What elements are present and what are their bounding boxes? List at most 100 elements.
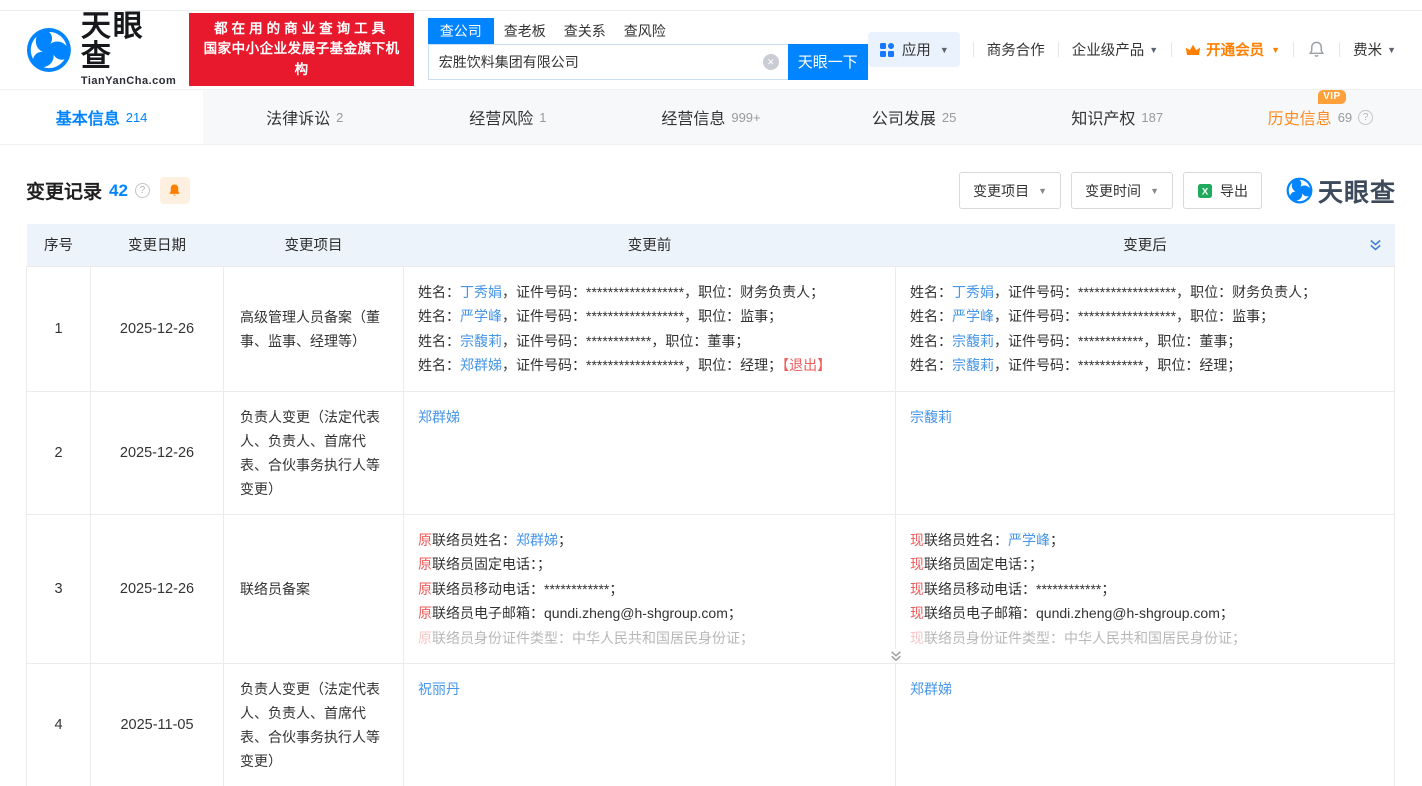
red-text: 【退出】 — [782, 357, 831, 373]
notification-bell-icon[interactable] — [1307, 40, 1326, 59]
search-tab-查老板[interactable]: 查老板 — [504, 18, 546, 44]
detail-text: 联络员移动电话：************； — [924, 581, 1115, 597]
filter-change-item-button[interactable]: 变更项目 ▼ — [959, 172, 1061, 209]
section-header: 变更记录 42 ? 变更项目 ▼ 变更时间 ▼ X 导出 — [26, 172, 1396, 209]
chevron-down-icon: ▼ — [1271, 45, 1280, 55]
divider — [1171, 42, 1172, 57]
tianyancha-logo[interactable]: 天眼查 TianYanCha.com — [26, 12, 176, 87]
watermark-text: 天眼查 — [1318, 173, 1396, 209]
tab-经营风险[interactable]: 经营风险1 — [406, 90, 609, 144]
tab-label: 公司发展 — [872, 111, 936, 128]
tab-知识产权[interactable]: 知识产权187 — [1016, 90, 1219, 144]
nav-cooperation[interactable]: 商务合作 — [987, 39, 1045, 60]
search-input-box: ✕ — [428, 44, 788, 80]
person-link[interactable]: 严学峰 — [460, 308, 502, 324]
collapse-all-icon[interactable] — [1368, 237, 1383, 252]
tab-count: 214 — [126, 110, 148, 125]
detail-line: 姓名：郑群娣，证件号码：******************，职位：经理；【退出… — [418, 353, 881, 378]
red-text: 现 — [910, 532, 924, 548]
detail-text: 姓名： — [418, 357, 460, 373]
row-number: 2 — [27, 391, 91, 514]
person-link[interactable]: 祝丽丹 — [418, 681, 460, 697]
help-icon[interactable]: ? — [1358, 110, 1373, 125]
search-input[interactable] — [429, 54, 788, 70]
detail-text: ，证件号码：******************，职位：监事； — [994, 308, 1274, 324]
tab-历史信息[interactable]: 历史信息VIP69? — [1219, 90, 1422, 144]
person-link[interactable]: 郑群娣 — [910, 681, 952, 697]
change-detail-cell: 原联络员姓名：郑群娣；原联络员固定电话：；原联络员移动电话：**********… — [404, 514, 896, 664]
company-section-tabs: 基本信息214法律诉讼2经营风险1经营信息999+公司发展25知识产权187历史… — [0, 90, 1422, 145]
detail-text: 联络员电子邮箱：qundi.zheng@h-shgroup.com； — [924, 605, 1234, 621]
detail-line: 姓名：宗馥莉，证件号码：************，职位：经理； — [910, 353, 1380, 378]
export-button[interactable]: X 导出 — [1183, 172, 1262, 209]
detail-text: ，证件号码：******************，职位：财务负责人； — [994, 284, 1316, 300]
clear-icon[interactable]: ✕ — [763, 54, 779, 70]
person-link[interactable]: 宗馥莉 — [952, 333, 994, 349]
detail-text: ，证件号码：************，职位：经理； — [994, 357, 1241, 373]
detail-line: 姓名：宗馥莉，证件号码：************，职位：董事； — [418, 329, 881, 354]
chevron-down-icon: ▼ — [1038, 186, 1047, 196]
apps-menu[interactable]: 应用 ▼ — [868, 32, 960, 67]
topbar: 天眼查 TianYanCha.com 都在用的商业查询工具 国家中小企业发展子基… — [0, 0, 1422, 90]
search-tab-查公司[interactable]: 查公司 — [428, 18, 494, 44]
row-number: 1 — [27, 266, 91, 391]
person-link[interactable]: 郑群娣 — [460, 357, 502, 373]
detail-text: 姓名： — [418, 333, 460, 349]
filter-change-item-label: 变更项目 — [973, 181, 1029, 201]
tab-count: 25 — [942, 110, 956, 125]
tab-count: 187 — [1141, 110, 1163, 125]
person-link[interactable]: 郑群娣 — [516, 532, 558, 548]
detail-line: 原联络员移动电话：************； — [418, 577, 881, 602]
tianyancha-watermark: 天眼查 — [1286, 173, 1396, 209]
help-icon[interactable]: ? — [135, 183, 150, 198]
red-text: 现 — [910, 605, 924, 621]
detail-text: 姓名： — [910, 308, 952, 324]
detail-line: 姓名：丁秀娟，证件号码：******************，职位：财务负责人； — [910, 280, 1380, 305]
detail-text: ； — [558, 532, 572, 548]
red-text: 现 — [910, 556, 924, 572]
red-text: 现 — [910, 581, 924, 597]
detail-text: 联络员电子邮箱：qundi.zheng@h-shgroup.com； — [432, 605, 742, 621]
detail-line: 原联络员固定电话：； — [418, 552, 881, 577]
person-link[interactable]: 丁秀娟 — [952, 284, 994, 300]
subscribe-bell-button[interactable] — [160, 177, 190, 204]
tab-count: 69 — [1338, 110, 1352, 125]
tab-基本信息[interactable]: 基本信息 214 — [0, 90, 203, 144]
detail-text: ，证件号码：******************，职位：经理； — [502, 357, 782, 373]
red-text: 原 — [418, 556, 432, 572]
change-item: 负责人变更（法定代表人、负责人、首席代表、合伙事务执行人等变更） — [224, 391, 404, 514]
detail-line: 姓名：丁秀娟，证件号码：******************，职位：财务负责人； — [418, 280, 881, 305]
detail-text: 姓名： — [418, 284, 460, 300]
search-tab-查风险[interactable]: 查风险 — [624, 18, 666, 44]
tab-法律诉讼[interactable]: 法律诉讼2 — [203, 90, 406, 144]
apps-menu-label: 应用 — [902, 39, 931, 60]
tab-label: 基本信息 — [56, 111, 120, 128]
person-link[interactable]: 宗馥莉 — [460, 333, 502, 349]
tab-label: 法律诉讼 — [266, 111, 330, 128]
detail-line: 宗馥莉 — [910, 405, 1380, 430]
detail-line: 现联络员移动电话：************； — [910, 577, 1380, 602]
person-link[interactable]: 严学峰 — [952, 308, 994, 324]
filter-change-time-button[interactable]: 变更时间 ▼ — [1071, 172, 1173, 209]
nav-open-vip[interactable]: 开通会员 ▼ — [1185, 39, 1280, 60]
search-tab-查关系[interactable]: 查关系 — [564, 18, 606, 44]
nav-user-menu[interactable]: 费米 ▼ — [1353, 39, 1396, 60]
person-link[interactable]: 郑群娣 — [418, 409, 460, 425]
red-text: 原 — [418, 581, 432, 597]
person-link[interactable]: 丁秀娟 — [460, 284, 502, 300]
tab-count: 999+ — [731, 110, 760, 125]
nav-enterprise[interactable]: 企业级产品 ▼ — [1072, 39, 1158, 60]
change-item: 负责人变更（法定代表人、负责人、首席代表、合伙事务执行人等变更） — [224, 664, 404, 786]
tab-label: 历史信息 — [1268, 111, 1332, 128]
person-link[interactable]: 宗馥莉 — [952, 357, 994, 373]
row-number: 4 — [27, 664, 91, 786]
divider — [1058, 42, 1059, 57]
person-link[interactable]: 宗馥莉 — [910, 409, 952, 425]
person-link[interactable]: 严学峰 — [1008, 532, 1050, 548]
detail-text: ，证件号码：******************，职位：财务负责人； — [502, 284, 824, 300]
promo-badge: 都在用的商业查询工具 国家中小企业发展子基金旗下机构 — [189, 13, 413, 86]
row-number: 3 — [27, 514, 91, 664]
tab-公司发展[interactable]: 公司发展 25 — [813, 90, 1016, 144]
search-button[interactable]: 天眼一下 — [788, 44, 868, 80]
tab-经营信息[interactable]: 经营信息999+ — [609, 90, 812, 144]
